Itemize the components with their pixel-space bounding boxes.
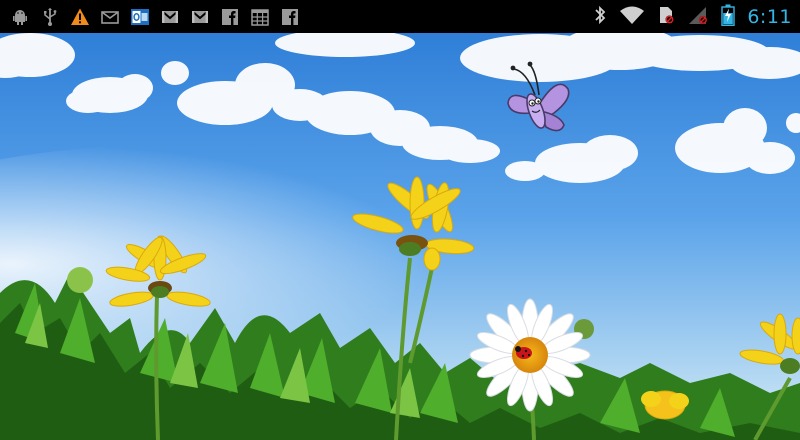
android-debug-icon[interactable] — [10, 7, 30, 27]
warning-icon[interactable] — [70, 7, 90, 27]
system-tray: 6:11 — [593, 0, 792, 33]
wifi-icon — [619, 5, 645, 29]
battery-charging-icon — [721, 4, 736, 30]
status-bar[interactable]: 6:11 — [0, 0, 800, 33]
no-sim-icon — [657, 5, 675, 29]
bluetooth-icon — [593, 5, 607, 29]
home-screen: 6:11 — [0, 0, 800, 440]
status-clock[interactable]: 6:11 — [747, 6, 792, 28]
outlook-icon[interactable] — [130, 7, 150, 27]
gmail-icon[interactable] — [160, 7, 180, 27]
gmail-icon[interactable] — [190, 7, 210, 27]
white-daisy — [469, 298, 591, 412]
calendar-grid-icon[interactable] — [250, 7, 270, 27]
usb-icon[interactable] — [40, 7, 60, 27]
facebook-icon[interactable] — [280, 7, 300, 27]
facebook-icon[interactable] — [220, 7, 240, 27]
no-signal-icon — [687, 5, 709, 29]
email-icon[interactable] — [100, 7, 120, 27]
live-wallpaper[interactable] — [0, 33, 800, 440]
wallpaper-scene — [0, 33, 800, 440]
